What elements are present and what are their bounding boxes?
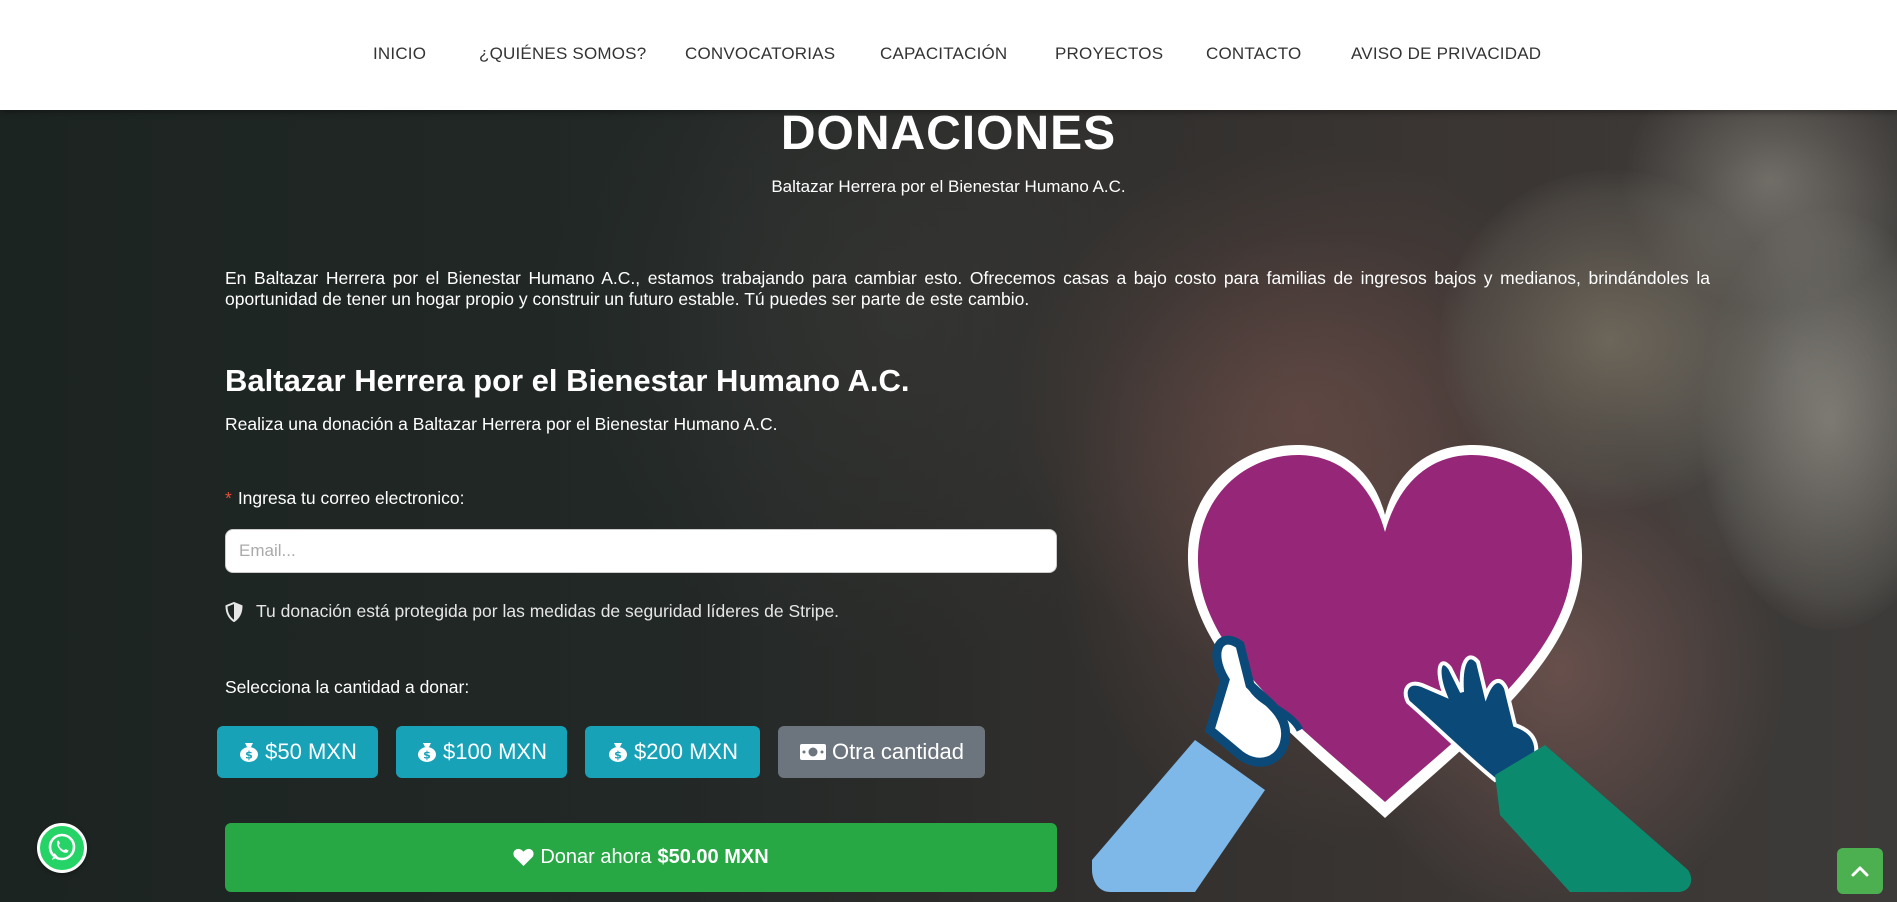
shield-icon xyxy=(225,601,243,622)
email-label: * Ingresa tu correo electronico: xyxy=(225,488,464,509)
nav-item-contacto[interactable]: CONTACTO xyxy=(1206,44,1301,64)
amount-button-label: $50 MXN xyxy=(265,739,357,764)
money-bag-icon: $ xyxy=(418,743,437,762)
page-description: En Baltazar Herrera por el Bienestar Hum… xyxy=(225,268,1710,309)
nav-item-inicio[interactable]: INICIO xyxy=(373,44,426,64)
other-amount-label: Otra cantidad xyxy=(831,739,965,764)
back-to-top-button[interactable] xyxy=(1837,848,1883,894)
svg-text:$: $ xyxy=(423,749,431,762)
email-label-text: Ingresa tu correo electronico: xyxy=(237,488,465,508)
money-bag-icon: $ xyxy=(240,743,259,762)
top-navigation: INICIO ¿QUIÉNES SOMOS? CONVOCATORIAS CAP… xyxy=(0,0,1897,110)
whatsapp-button[interactable] xyxy=(37,823,87,873)
page-title: DONACIONES xyxy=(780,107,1117,160)
donate-label: Donar ahora xyxy=(540,846,652,868)
nav-item-convocatorias[interactable]: CONVOCATORIAS xyxy=(685,44,835,64)
nav-item-proyectos[interactable]: PROYECTOS xyxy=(1055,44,1163,64)
nav-item-quienes-somos[interactable]: ¿QUIÉNES SOMOS? xyxy=(479,44,646,64)
required-mark: * xyxy=(225,488,232,508)
form-heading: Baltazar Herrera por el Bienestar Humano… xyxy=(225,363,910,398)
nav-item-aviso-privacidad[interactable]: AVISO DE PRIVACIDAD xyxy=(1351,44,1541,64)
amount-button-50[interactable]: $ $50 MXN xyxy=(217,726,378,778)
donate-amount: $50.00 MXN xyxy=(657,846,769,868)
whatsapp-icon xyxy=(48,833,76,861)
heart-icon xyxy=(513,848,534,866)
nav-menu: INICIO ¿QUIÉNES SOMOS? CONVOCATORIAS CAP… xyxy=(0,0,1897,110)
donate-now-button[interactable]: Donar ahora $50.00 MXN xyxy=(225,823,1057,892)
form-intro: Realiza una donación a Baltazar Herrera … xyxy=(225,414,778,434)
nav-item-capacitacion[interactable]: CAPACITACIÓN xyxy=(880,44,1007,64)
svg-text:$: $ xyxy=(614,749,622,762)
chevron-up-icon xyxy=(1851,866,1869,877)
svg-text:$: $ xyxy=(245,749,253,762)
heart-hands-illustration xyxy=(1092,444,1692,892)
amount-button-200[interactable]: $ $200 MXN xyxy=(585,726,760,778)
left-sleeve xyxy=(1092,740,1265,892)
right-sleeve xyxy=(1495,745,1692,892)
amount-button-label: $200 MXN xyxy=(634,739,738,764)
amount-label: Selecciona la cantidad a donar: xyxy=(225,677,470,697)
email-field[interactable] xyxy=(225,529,1057,573)
amount-button-100[interactable]: $ $100 MXN xyxy=(396,726,567,778)
other-amount-button[interactable]: Otra cantidad xyxy=(778,726,985,778)
security-note: Tu donación está protegida por las medid… xyxy=(225,601,839,622)
money-bill-icon xyxy=(799,744,826,760)
security-note-text: Tu donación está protegida por las medid… xyxy=(256,601,840,621)
page-subtitle: Baltazar Herrera por el Bienestar Humano… xyxy=(771,177,1126,196)
money-bag-icon: $ xyxy=(609,743,628,762)
amount-button-label: $100 MXN xyxy=(443,739,547,764)
